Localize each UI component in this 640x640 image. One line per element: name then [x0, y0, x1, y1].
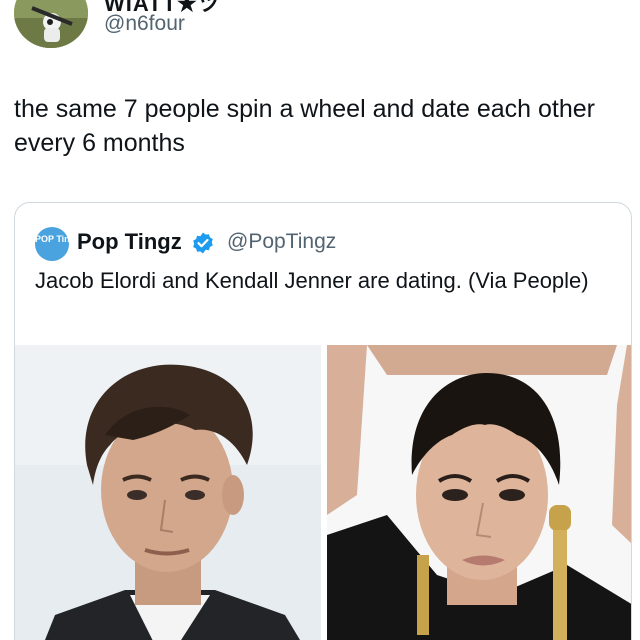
- profile-photo-icon: [14, 0, 88, 48]
- quoted-tweet-text: Jacob Elordi and Kendall Jenner are dati…: [35, 268, 589, 293]
- quoted-tweet-card[interactable]: POP Tingz Pop Tingz @PopTingz Jacob Elor…: [14, 202, 632, 640]
- photo-jacob-elordi[interactable]: [15, 345, 321, 640]
- quoted-author-handle[interactable]: @PopTingz: [227, 230, 336, 254]
- portrait-image: [15, 345, 321, 640]
- author-handle[interactable]: @n6four: [104, 12, 185, 36]
- author-display-name[interactable]: WIATT★ツ: [104, 0, 221, 16]
- photo-kendall-jenner[interactable]: [327, 345, 631, 640]
- author-avatar[interactable]: [14, 0, 88, 48]
- quoted-author-name[interactable]: Pop Tingz: [77, 229, 182, 255]
- portrait-image: [327, 345, 631, 640]
- verified-badge-icon: [193, 232, 213, 254]
- quoted-author-avatar[interactable]: POP Tingz: [35, 227, 80, 261]
- tweet-header: WIATT★ツ @n6four: [0, 0, 640, 60]
- tweet-text: the same 7 people spin a wheel and date …: [14, 95, 595, 157]
